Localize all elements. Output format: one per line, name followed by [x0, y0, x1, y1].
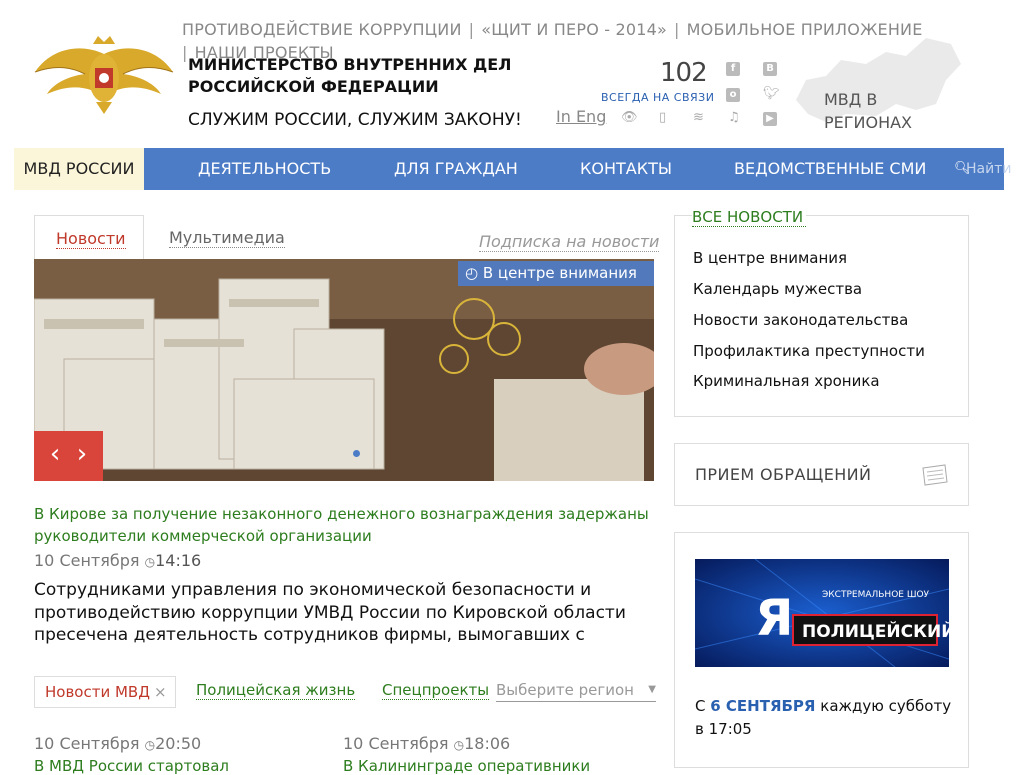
sidebar-link-legislation[interactable]: Новости законодательства — [693, 311, 908, 329]
hotline-number[interactable]: 102 — [660, 58, 708, 88]
promo-text: С 6 СЕНТЯБРЯ каждую субботу в 17:05 — [695, 695, 955, 741]
close-icon[interactable]: × — [154, 683, 167, 701]
nav-item-contacts[interactable]: КОНТАКТЫ — [580, 148, 672, 190]
vk-icon[interactable]: В — [763, 62, 777, 76]
slider-dot[interactable] — [353, 450, 360, 457]
twitter-icon[interactable]: 🐦︎ — [763, 86, 780, 101]
odnoklassniki-icon[interactable]: о — [726, 88, 740, 102]
separator: | — [468, 20, 475, 39]
promo-letter: Я — [755, 589, 794, 647]
news-headline[interactable]: В Кирове за получение незаконного денежн… — [34, 503, 654, 547]
focus-badge-label: В центре внимания — [482, 264, 637, 282]
next-arrow-icon[interactable]: › — [77, 439, 87, 469]
nav-item-mvd-russia[interactable]: МВД РОССИИ — [14, 148, 144, 190]
news-date: 10 Сентября ◷14:16 — [34, 551, 201, 570]
news-lead: Сотрудниками управления по экономической… — [34, 580, 626, 645]
tab-multimedia[interactable]: Мультимедиа — [169, 228, 285, 248]
nav-item-activity[interactable]: ДЕЯТЕЛЬНОСТЬ — [198, 148, 331, 190]
promo-small-text: ЭКСТРЕМАЛЬНОЕ ШОУ — [822, 590, 930, 600]
nav-item-media[interactable]: ВЕДОМСТВЕННЫЕ СМИ — [734, 148, 926, 190]
news-item-day: 10 Сентября — [343, 734, 449, 753]
tab-news-label: Новости — [56, 229, 126, 249]
news-item-title[interactable]: В МВД России стартовал — [34, 757, 229, 775]
news-item-time: 20:50 — [155, 734, 202, 753]
clock-icon: ◷ — [144, 555, 156, 569]
news-date-day: 10 Сентября — [34, 551, 140, 570]
regions-link[interactable]: МВД В РЕГИОНАХ — [824, 88, 912, 134]
promo-pre: С — [695, 697, 711, 715]
news-item-date: 10 Сентября ◷18:06 — [343, 734, 510, 753]
top-link-anticorruption[interactable]: ПРОТИВОДЕЙСТВИЕ КОРРУПЦИИ — [182, 20, 462, 39]
regions-line1: МВД В — [824, 90, 878, 109]
focus-badge[interactable]: ◴ В центре внимания — [458, 261, 654, 286]
search-button[interactable]: Найти — [966, 148, 1011, 190]
facebook-icon[interactable]: f — [726, 62, 740, 76]
filter-news-mvd-label: Новости МВД — [45, 683, 150, 701]
news-time: 14:16 — [155, 551, 202, 570]
clock-icon: ◷ — [144, 738, 156, 752]
emblem-logo[interactable] — [33, 34, 175, 116]
ministry-title[interactable]: МИНИСТЕРСТВО ВНУТРЕННИХ ДЕЛ РОССИЙСКОЙ Ф… — [188, 54, 528, 98]
english-link[interactable]: In Eng — [556, 107, 606, 126]
top-link-shield[interactable]: «ЩИТ И ПЕРО - 2014» — [481, 20, 667, 39]
promo-banner[interactable]: ЭКСТРЕМАЛЬНОЕ ШОУ Я ПОЛИЦЕЙСКИЙ — [695, 559, 949, 667]
sidebar-link-prevention[interactable]: Профилактика преступности — [693, 342, 925, 360]
low-vision-icon[interactable]: 👁︎ — [621, 110, 638, 125]
clock-icon: ◷ — [453, 738, 465, 752]
motto: СЛУЖИМ РОССИИ, СЛУЖИМ ЗАКОНУ! — [188, 110, 522, 130]
sidebar-link-calendar[interactable]: Календарь мужества — [693, 280, 862, 298]
promo-date: 6 СЕНТЯБРЯ — [710, 697, 816, 715]
news-slide-image[interactable] — [34, 259, 654, 481]
appeal-button[interactable]: ПРИЕМ ОБРАЩЕНИЙ — [674, 443, 969, 506]
hotline-caption: ВСЕГДА НА СВЯЗИ — [601, 91, 715, 104]
news-item-time: 18:06 — [464, 734, 511, 753]
nav-item-citizens[interactable]: ДЛЯ ГРАЖДАН — [394, 148, 518, 190]
main-nav: МВД РОССИИ ДЕЯТЕЛЬНОСТЬ ДЛЯ ГРАЖДАН КОНТ… — [14, 148, 1011, 190]
filter-special-projects[interactable]: Спецпроекты — [382, 681, 490, 700]
regions-line2: РЕГИОНАХ — [824, 113, 913, 132]
appeal-label: ПРИЕМ ОБРАЩЕНИЙ — [695, 465, 872, 484]
mobile-icon[interactable]: ▯ — [659, 110, 666, 125]
music-icon[interactable]: ♫ — [728, 110, 740, 125]
document-icon — [922, 464, 948, 486]
all-news-link[interactable]: ВСЕ НОВОСТИ — [692, 208, 807, 227]
focus-icon: ◴ — [465, 264, 483, 282]
youtube-icon[interactable]: ▶ — [763, 112, 777, 126]
prev-arrow-icon[interactable]: ‹ — [50, 439, 60, 469]
subscribe-link[interactable]: Подписка на новости — [479, 232, 660, 252]
rss-icon[interactable]: ≋ — [693, 110, 704, 125]
news-item-date: 10 Сентября ◷20:50 — [34, 734, 201, 753]
separator: | — [674, 20, 680, 39]
separator: | — [182, 43, 188, 62]
news-item-title[interactable]: В Калининграде оперативники — [343, 757, 590, 775]
region-select[interactable]: Выберите регион ▼ — [496, 681, 656, 702]
filter-news-mvd[interactable]: Новости МВД × — [34, 676, 176, 708]
tab-news[interactable]: Новости — [34, 215, 144, 260]
slider-arrows: ‹ › — [34, 431, 103, 481]
promo-title: ПОЛИЦЕЙСКИЙ — [802, 620, 949, 642]
filter-police-life[interactable]: Полицейская жизнь — [196, 681, 356, 700]
chevron-down-icon: ▼ — [648, 684, 656, 695]
news-item-day: 10 Сентября — [34, 734, 140, 753]
sidebar-link-focus[interactable]: В центре внимания — [693, 249, 847, 267]
region-select-value: Выберите регион — [496, 681, 634, 699]
sidebar-link-crime[interactable]: Криминальная хроника — [693, 372, 880, 390]
